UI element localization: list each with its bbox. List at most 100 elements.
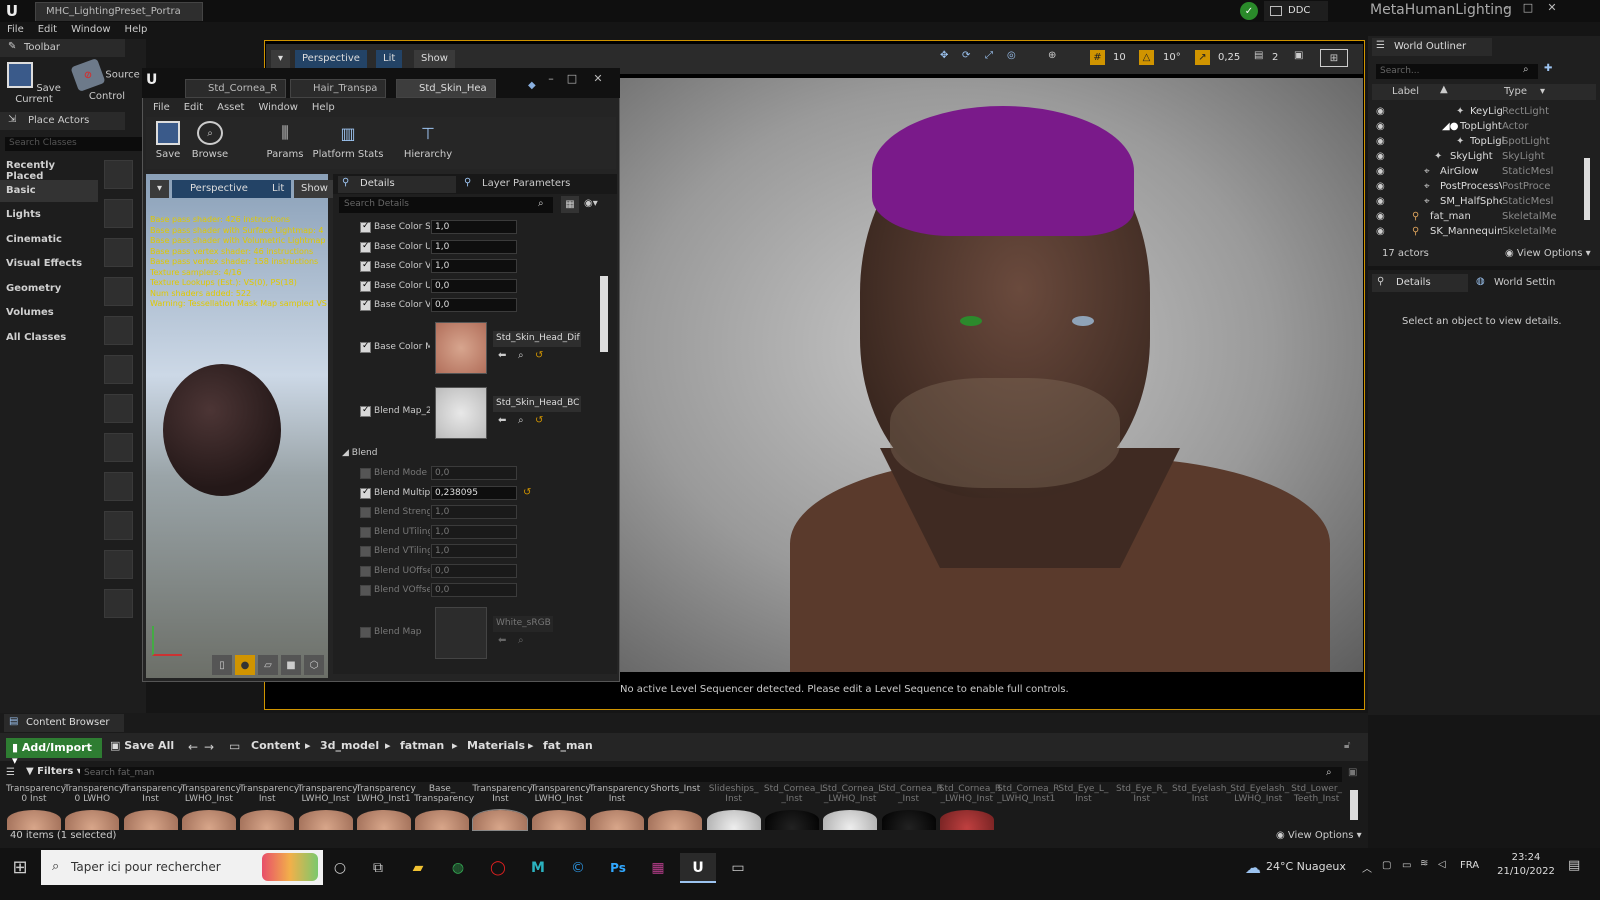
asset-tile[interactable]: Std_Cornea_R _Inst <box>881 784 943 804</box>
viewport-layout-icon[interactable]: ⊞ <box>1320 49 1348 67</box>
save-search-icon[interactable]: ▣ <box>1348 767 1357 778</box>
tab-hair-transparency[interactable]: Hair_Transpa <box>290 79 387 98</box>
param-checkbox[interactable] <box>360 280 371 292</box>
tray-chevron-icon[interactable]: ︿ <box>1362 860 1372 875</box>
param-checkbox[interactable] <box>360 341 371 353</box>
viewport-options-button[interactable]: ▾ <box>271 50 291 68</box>
source-control-status-icon[interactable]: ✓ <box>1240 2 1258 20</box>
mat-menu-edit[interactable]: Edit <box>177 100 210 115</box>
photoshop-icon[interactable]: Ps <box>600 853 636 883</box>
outliner-row[interactable]: ◉ ✦ KeyLigl RectLight <box>1372 106 1596 121</box>
outliner-row[interactable]: ◉ ◢● TopLight Actor <box>1372 121 1596 136</box>
category-geometry[interactable]: Geometry <box>0 278 98 300</box>
asset-tile[interactable]: Transparency 0 LWHO <box>64 784 124 804</box>
asset-tile[interactable]: Transparency LWHO_Inst <box>298 784 358 804</box>
category-recently-placed[interactable]: Recently Placed <box>0 155 98 182</box>
close-icon[interactable]: ✕ <box>1542 0 1562 14</box>
actor-sphere-icon[interactable] <box>104 394 133 423</box>
texture-dropdown[interactable]: White_sRGB <box>493 616 553 632</box>
asset-tile[interactable]: Transparency Inst <box>239 784 299 804</box>
asset-tile[interactable]: Transparency Inst <box>472 784 532 804</box>
preview-perspective-button[interactable]: Perspective <box>172 180 255 198</box>
breadcrumb-3d-model[interactable]: 3d_model <box>320 739 379 752</box>
asset-thumbnail[interactable] <box>706 810 761 830</box>
asset-thumbnail[interactable] <box>240 810 295 830</box>
mat-menu-window[interactable]: Window <box>251 100 304 115</box>
asset-tile[interactable]: Std_Eyelash_ Inst <box>1172 784 1231 804</box>
asset-thumbnail[interactable] <box>7 810 61 830</box>
category-all-classes[interactable]: All Classes <box>0 327 98 349</box>
preview-cylinder-icon[interactable]: ▯ <box>212 655 232 675</box>
param-checkbox[interactable] <box>360 507 371 518</box>
clock-time[interactable]: 23:24 <box>1500 852 1552 863</box>
param-value[interactable]: 0,0 <box>431 564 517 578</box>
minimize-icon[interactable]: – <box>1496 0 1516 14</box>
preview-sphere-icon[interactable]: ● <box>235 655 255 675</box>
visibility-eye-icon[interactable]: ◉ <box>1376 211 1385 222</box>
preview-plane-icon[interactable]: ▱ <box>258 655 278 675</box>
param-value[interactable]: 1,0 <box>431 544 517 558</box>
visibility-eye-icon[interactable]: ◉ <box>1376 166 1385 177</box>
lock-icon[interactable]: 🔓︎ <box>1344 740 1350 751</box>
texture-dropdown[interactable]: Std_Skin_Head_Dif <box>493 331 581 347</box>
cortana-icon[interactable]: ○ <box>322 853 358 883</box>
sources-toggle-icon[interactable]: ☰ <box>6 767 15 778</box>
param-value[interactable]: 0,0 <box>431 466 517 480</box>
asset-thumbnail[interactable] <box>531 810 586 830</box>
texture-dropdown[interactable]: Std_Skin_Head_BC <box>493 396 581 412</box>
actor-cylinder-icon[interactable] <box>104 433 133 462</box>
maximize-icon[interactable]: □ <box>1518 0 1538 14</box>
param-value[interactable]: 0,0 <box>431 583 517 597</box>
breadcrumb-content[interactable]: Content <box>251 739 300 752</box>
menu-window[interactable]: Window <box>64 22 117 37</box>
task-view-icon[interactable]: ⧉ <box>360 853 396 883</box>
texture-thumbnail[interactable] <box>435 322 487 374</box>
texture-thumbnail[interactable] <box>435 607 487 659</box>
outliner-row[interactable]: ◉ ⚲ fat_man SkeletalMe <box>1372 211 1596 226</box>
asset-thumbnail[interactable] <box>881 810 936 830</box>
language-indicator[interactable]: FRA <box>1460 860 1479 871</box>
breadcrumb-fatman[interactable]: fatman <box>400 739 444 752</box>
outliner-row[interactable]: ◉ ⚲ SK_Mannequin SkeletalMe <box>1372 226 1596 241</box>
asset-thumbnail[interactable] <box>65 810 120 830</box>
reset-default-icon[interactable]: ↺ <box>523 487 531 498</box>
visibility-eye-icon[interactable]: ◉ <box>1376 181 1385 192</box>
rotate-icon[interactable]: ⟳ <box>962 50 970 61</box>
menu-edit[interactable]: Edit <box>31 22 64 37</box>
weather-text[interactable]: 24°C Nuageux <box>1266 860 1346 873</box>
mat-menu-file[interactable]: File <box>146 100 177 115</box>
camera-speed-icon[interactable]: ▤ <box>1254 50 1263 61</box>
param-value[interactable]: 0,238095 <box>431 486 517 500</box>
tab-std-skin-head[interactable]: Std_Skin_Hea <box>396 79 496 98</box>
visibility-filter-icon[interactable]: ◉▾ <box>584 198 598 209</box>
param-checkbox[interactable] <box>360 527 371 538</box>
actor-cube-icon[interactable] <box>104 355 133 384</box>
asset-tile[interactable]: Shorts_Inst <box>647 784 703 794</box>
app-window-icon[interactable]: ▭ <box>720 853 756 883</box>
asset-tile[interactable]: Base_ Transparency <box>414 784 474 804</box>
viewport-lit-button[interactable]: Lit <box>376 50 403 68</box>
param-checkbox[interactable] <box>360 487 371 499</box>
visibility-eye-icon[interactable]: ◉ <box>1376 196 1385 207</box>
asset-thumbnail[interactable] <box>823 810 878 830</box>
material-minimize-icon[interactable]: – <box>541 71 561 85</box>
asset-thumbnail[interactable] <box>356 810 411 830</box>
windows-start-icon[interactable]: ⊞ <box>2 853 38 883</box>
world-outliner-tab[interactable]: World Outliner <box>1372 38 1492 56</box>
param-value[interactable]: 1,0 <box>431 259 517 273</box>
network-icon[interactable]: ▭ <box>1402 860 1411 871</box>
mat-menu-help[interactable]: Help <box>305 100 342 115</box>
unreal-engine-icon[interactable]: U <box>680 853 716 883</box>
preview-cube-icon[interactable]: ■ <box>281 655 301 675</box>
grid-snap-value[interactable]: 10 <box>1113 52 1126 63</box>
visibility-eye-icon[interactable]: ◉ <box>1376 136 1385 147</box>
opera-icon[interactable]: ◯ <box>480 853 516 883</box>
material-close-icon[interactable]: ✕ <box>588 71 608 85</box>
actor-point-light-icon[interactable] <box>104 277 133 306</box>
clock-date[interactable]: 21/10/2022 <box>1496 866 1556 877</box>
browse-asset-icon[interactable]: ⌕ <box>518 635 524 646</box>
app-m-icon[interactable]: M <box>520 853 556 883</box>
viewport-perspective-button[interactable]: Perspective <box>295 50 367 68</box>
param-value[interactable]: 0,0 <box>431 298 517 312</box>
col-label[interactable]: Label <box>1392 86 1419 97</box>
